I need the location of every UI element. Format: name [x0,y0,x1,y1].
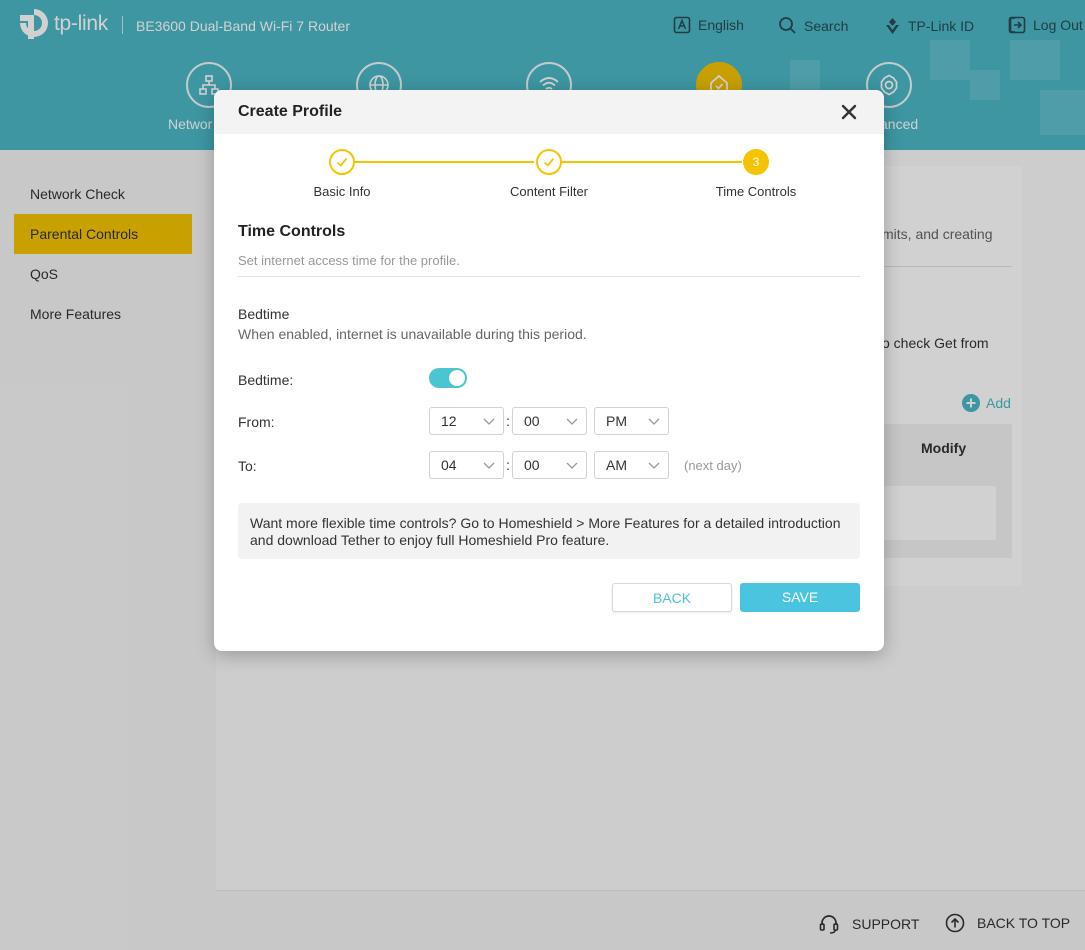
save-button[interactable]: SAVE [740,583,860,612]
from-minute-value: 00 [524,413,540,429]
section-title: Time Controls [238,223,346,240]
chevron-down-icon [566,462,578,469]
time-separator: : [506,457,510,473]
from-minute-select[interactable]: 00 [512,407,587,435]
close-icon[interactable] [840,103,858,121]
step-basic-info-marker [329,149,355,175]
to-minute-select[interactable]: 00 [512,451,587,479]
from-hour-value: 12 [441,413,457,429]
check-icon [543,157,555,167]
chevron-down-icon [648,418,660,425]
chevron-down-icon [483,418,495,425]
to-period-value: AM [606,457,627,473]
chevron-down-icon [483,462,495,469]
toggle-knob [449,370,465,386]
bedtime-heading: Bedtime [238,306,290,322]
to-minute-value: 00 [524,457,540,473]
step-connector [562,161,742,163]
chevron-down-icon [648,462,660,469]
from-period-value: PM [606,413,627,429]
section-description: Set internet access time for the profile… [238,253,460,268]
step-time-controls-marker: 3 [743,149,769,175]
chevron-down-icon [566,418,578,425]
time-separator: : [506,413,510,429]
from-label: From: [238,414,275,430]
check-icon [336,157,348,167]
step-content-filter-label: Content Filter [509,184,589,199]
bedtime-label: Bedtime: [238,372,294,388]
to-label: To: [238,458,257,474]
next-day-note: (next day) [684,458,742,473]
create-profile-dialog: Create Profile 3 Basic Info Content Filt… [214,90,884,651]
bedtime-description: When enabled, internet is unavailable du… [238,326,587,342]
step-time-controls-label: Time Controls [715,184,797,199]
to-hour-value: 04 [441,457,457,473]
info-notice: Want more flexible time controls? Go to … [238,503,860,559]
from-period-select[interactable]: PM [594,407,669,435]
dialog-title: Create Profile [238,103,343,120]
to-period-select[interactable]: AM [594,451,669,479]
bedtime-toggle[interactable] [429,368,467,388]
from-hour-select[interactable]: 12 [429,407,504,435]
back-button[interactable]: BACK [612,583,732,612]
step-connector [354,161,534,163]
step-content-filter-marker [536,149,562,175]
dialog-header: Create Profile [214,90,884,134]
step-basic-info-label: Basic Info [313,184,371,199]
to-hour-select[interactable]: 04 [429,451,504,479]
section-divider [238,276,860,277]
